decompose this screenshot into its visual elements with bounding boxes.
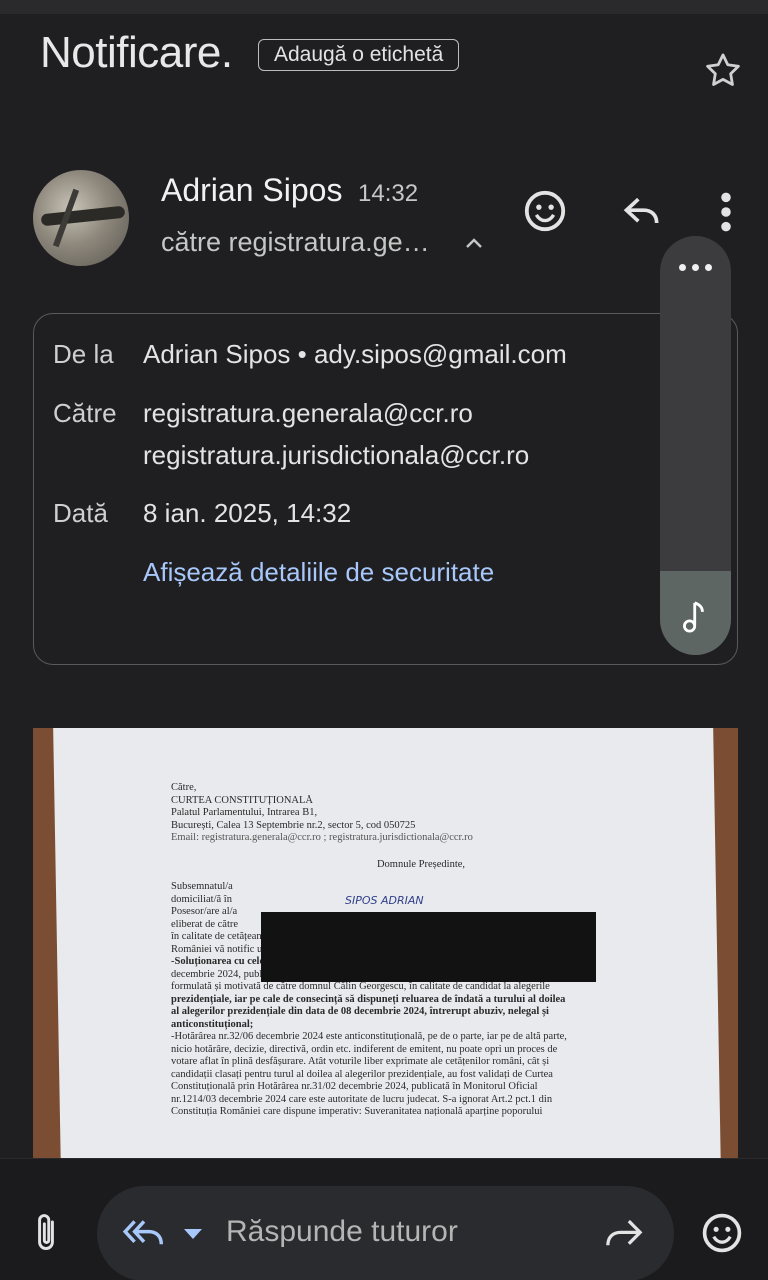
emoji-reaction-icon[interactable] — [522, 188, 568, 234]
reply-all-icon[interactable] — [122, 1216, 166, 1252]
to-value-1[interactable]: registratura.generala@ccr.ro — [143, 398, 473, 429]
recipients-summary[interactable]: către registratura.ge… — [161, 227, 430, 258]
handwritten-name: SIPOS ADRIAN — [345, 894, 424, 907]
more-vert-icon[interactable] — [712, 190, 740, 234]
message-time: 14:32 — [358, 180, 419, 207]
caret-down-icon[interactable] — [183, 1228, 203, 1240]
email-subject: Notificare. — [40, 28, 233, 77]
status-bar — [0, 0, 768, 14]
emoji-icon[interactable] — [700, 1211, 744, 1255]
attachment-image[interactable]: Către, CURTEA CONSTITUȚIONALĂ Palatul Pa… — [33, 728, 738, 1158]
to-value-2[interactable]: registratura.jurisdictionala@ccr.ro — [143, 440, 529, 471]
chevron-up-icon[interactable] — [462, 232, 486, 256]
star-icon[interactable] — [702, 50, 744, 92]
forward-icon[interactable] — [603, 1216, 645, 1252]
from-value[interactable]: Adrian Sipos • ady.sipos@gmail.com — [143, 339, 567, 370]
message-details-panel: De la Adrian Sipos • ady.sipos@gmail.com… — [33, 313, 738, 665]
overlay-more-icon[interactable] — [660, 258, 731, 276]
add-label-chip[interactable]: Adaugă o etichetă — [258, 39, 460, 71]
to-label: Către — [53, 398, 117, 428]
paperclip-icon[interactable] — [30, 1211, 62, 1255]
date-label: Dată — [53, 498, 108, 528]
from-label: De la — [53, 339, 114, 369]
date-value: 8 ian. 2025, 14:32 — [143, 498, 352, 528]
overlay-music-button[interactable] — [660, 571, 731, 655]
reply-all-field[interactable]: Răspunde tuturor — [97, 1186, 674, 1280]
music-note-icon — [683, 601, 704, 633]
sender-avatar[interactable] — [33, 170, 129, 266]
side-overlay-panel[interactable] — [660, 236, 731, 655]
reply-icon[interactable] — [620, 190, 664, 234]
bottom-action-bar: Răspunde tuturor — [0, 1158, 768, 1280]
sender-name[interactable]: Adrian Sipos — [161, 172, 342, 209]
redaction-block — [261, 912, 596, 982]
security-details-link[interactable]: Afișează detaliile de securitate — [143, 557, 494, 588]
reply-all-label: Răspunde tuturor — [226, 1215, 458, 1248]
